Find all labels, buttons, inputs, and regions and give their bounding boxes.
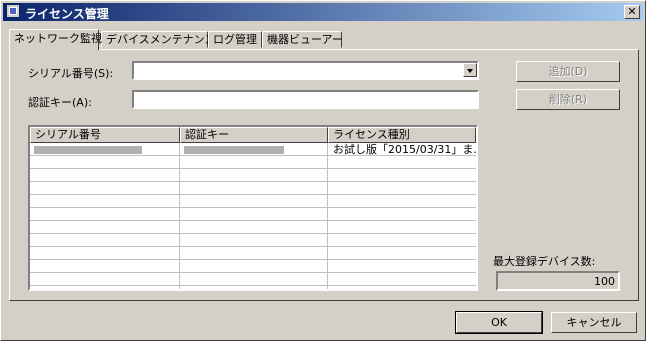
max-devices-value: 100 (594, 275, 615, 288)
list-item (30, 234, 476, 247)
list-item (30, 221, 476, 234)
window-title: ライセンス管理 (25, 7, 109, 21)
list-header: シリアル番号 認証キー ライセンス種別 (30, 127, 476, 143)
license-type-cell: お試し版「2015/03/31」ま... (333, 143, 476, 156)
title-bar[interactable]: ライセンス管理 ✕ (3, 3, 643, 21)
list-item (30, 156, 476, 169)
tab-network-monitor[interactable]: ネットワーク監視 (9, 29, 102, 50)
add-button[interactable]: 追加(D) (516, 61, 620, 82)
license-management-window: ライセンス管理 ✕ ネットワーク監視 デバイスメンテナンス ログ管理 機器ビュー… (0, 0, 646, 341)
column-license-type[interactable]: ライセンス種別 (328, 127, 476, 143)
list-item (30, 182, 476, 195)
max-devices-label: 最大登録デバイス数: (493, 255, 596, 268)
redacted-auth-key (184, 146, 284, 154)
tab-log-management[interactable]: ログ管理 (208, 31, 262, 48)
close-button[interactable]: ✕ (624, 5, 640, 19)
list-item (30, 273, 476, 286)
list-item (30, 260, 476, 273)
list-item (30, 208, 476, 221)
redacted-serial (34, 146, 142, 154)
list-body: お試し版「2015/03/31」ま... (30, 143, 476, 289)
license-list[interactable]: シリアル番号 認証キー ライセンス種別 お試し版「2015/03/31」ま... (28, 125, 478, 291)
chevron-down-icon[interactable] (463, 63, 477, 77)
list-item (30, 247, 476, 260)
auth-key-input[interactable] (132, 90, 479, 109)
list-item (30, 169, 476, 182)
tab-device-viewer[interactable]: 機器ビューアー (262, 31, 343, 48)
list-item (30, 195, 476, 208)
column-serial-number[interactable]: シリアル番号 (30, 127, 180, 143)
ok-button[interactable]: OK (455, 311, 543, 334)
table-row[interactable]: お試し版「2015/03/31」ま... (30, 143, 476, 156)
max-devices-field: 100 (496, 271, 620, 291)
cancel-button[interactable]: キャンセル (551, 312, 637, 333)
auth-key-label: 認証キー(A): (28, 96, 92, 109)
column-auth-key[interactable]: 認証キー (180, 127, 328, 143)
serial-number-combobox[interactable] (132, 61, 479, 80)
delete-button[interactable]: 削除(R) (516, 89, 620, 110)
serial-number-label: シリアル番号(S): (28, 67, 114, 80)
tab-device-maintenance[interactable]: デバイスメンテナンス (101, 31, 215, 48)
app-icon (6, 4, 20, 18)
